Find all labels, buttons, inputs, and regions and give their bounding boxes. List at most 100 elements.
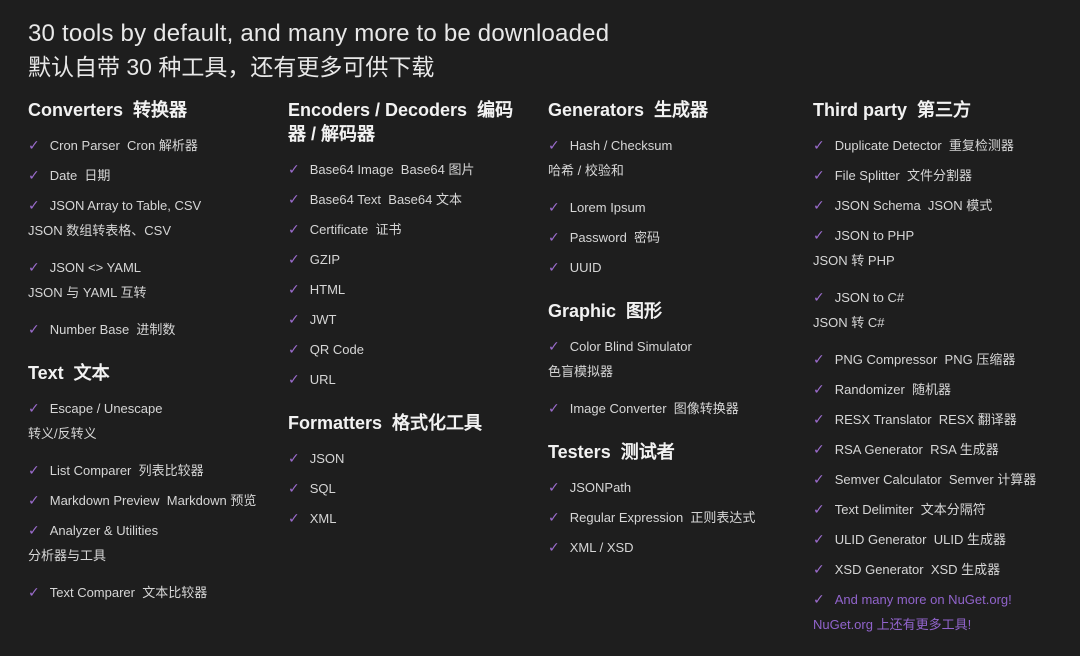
check-icon: ✓ bbox=[288, 480, 300, 496]
tool-item-label: Escape / Unescape 转义/反转义 bbox=[28, 401, 162, 441]
tool-item-label: QR Code bbox=[310, 342, 364, 357]
tool-item-label: Duplicate Detector 重复检测器 bbox=[835, 138, 1014, 153]
section-title-encoders-decoders: Encoders / Decoders 编码 器 / 解码器 bbox=[288, 98, 534, 146]
section-generators: Generators 生成器✓Hash / Checksum 哈希 / 校验和✓… bbox=[548, 98, 799, 280]
section-title-third-party: Third party 第三方 bbox=[813, 98, 1038, 122]
tool-item-xml: ✓ XML bbox=[288, 506, 534, 531]
tool-item-label: JSON bbox=[310, 451, 345, 466]
tool-item-json-to-php: ✓JSON to PHP JSON 转 PHP bbox=[813, 223, 1038, 273]
tool-item-hash-checksum: ✓Hash / Checksum 哈希 / 校验和 bbox=[548, 133, 799, 183]
section-text: Text 文本✓Escape / Unescape 转义/反转义✓List Co… bbox=[28, 361, 274, 605]
tool-item-label: JSON to C# JSON 转 C# bbox=[813, 290, 904, 330]
tool-item-text-delimiter: ✓Text Delimiter 文本分隔符 bbox=[813, 497, 1038, 522]
tool-item-label: ULID Generator ULID 生成器 bbox=[835, 532, 1006, 547]
check-icon: ✓ bbox=[288, 221, 300, 237]
check-icon: ✓ bbox=[288, 450, 300, 466]
tool-item-label: Randomizer 随机器 bbox=[835, 382, 951, 397]
tool-item-markdown-preview-markdown: ✓ Markdown Preview Markdown 预览 bbox=[28, 488, 274, 513]
tool-item-url: ✓ URL bbox=[288, 367, 534, 392]
check-icon: ✓ bbox=[288, 311, 300, 327]
check-icon: ✓ bbox=[813, 591, 825, 607]
check-icon: ✓ bbox=[548, 137, 560, 153]
tool-item-png-compressor-png: ✓PNG Compressor PNG 压缩器 bbox=[813, 347, 1038, 372]
tool-item-base64-image-base64: ✓Base64 Image Base64 图片 bbox=[288, 157, 534, 182]
section-formatters: Formatters 格式化工具✓JSON✓SQL✓XML bbox=[288, 411, 534, 531]
tool-item-duplicate-detector: ✓Duplicate Detector 重复检测器 bbox=[813, 133, 1038, 158]
check-icon: ✓ bbox=[813, 351, 825, 367]
tool-item-qr-code: ✓ QR Code bbox=[288, 337, 534, 362]
tool-item-label: JSONPath bbox=[570, 480, 631, 495]
tool-item-json: ✓ JSON bbox=[288, 446, 534, 471]
tool-column-1: Converters 转换器✓Cron Parser Cron 解析器✓Date… bbox=[28, 98, 288, 624]
check-icon: ✓ bbox=[813, 441, 825, 457]
check-icon: ✓ bbox=[548, 338, 560, 354]
check-icon: ✓ bbox=[813, 561, 825, 577]
check-icon: ✓ bbox=[813, 197, 825, 213]
tool-item-label: SQL bbox=[310, 481, 336, 496]
check-icon: ✓ bbox=[28, 492, 40, 508]
tool-item-label: URL bbox=[310, 372, 336, 387]
tool-item-and-many-more-on-nuget-org[interactable]: ✓And many more on NuGet.org! NuGet.org 上… bbox=[813, 587, 1038, 637]
check-icon: ✓ bbox=[548, 539, 560, 555]
check-icon: ✓ bbox=[288, 510, 300, 526]
tool-item-randomizer: ✓Randomizer 随机器 bbox=[813, 377, 1038, 402]
tool-item-label: JSON <> YAML JSON 与 YAML 互转 bbox=[28, 260, 146, 300]
tool-column-4: Third party 第三方✓Duplicate Detector 重复检测器… bbox=[813, 98, 1052, 656]
tool-item-label: XSD Generator XSD 生成器 bbox=[835, 562, 1000, 577]
check-icon: ✓ bbox=[28, 462, 40, 478]
tool-item-label: Base64 Text Base64 文本 bbox=[310, 192, 462, 207]
check-icon: ✓ bbox=[548, 400, 560, 416]
check-icon: ✓ bbox=[28, 259, 40, 275]
tool-item-label: Image Converter 图像转换器 bbox=[570, 401, 739, 416]
section-title-generators: Generators 生成器 bbox=[548, 98, 799, 122]
tool-item-label: Number Base 进制数 bbox=[50, 322, 176, 337]
tool-item-label: XML bbox=[310, 511, 337, 526]
tool-item-password: ✓Password 密码 bbox=[548, 225, 799, 250]
check-icon: ✓ bbox=[813, 411, 825, 427]
section-third-party: Third party 第三方✓Duplicate Detector 重复检测器… bbox=[813, 98, 1038, 637]
check-icon: ✓ bbox=[548, 199, 560, 215]
tool-item-label: GZIP bbox=[310, 252, 340, 267]
tool-item-label: JSON Schema JSON 模式 bbox=[835, 198, 992, 213]
page-subtitle: 默认自带 30 种工具，还有更多可供下载 bbox=[28, 51, 1052, 83]
page-title: 30 tools by default, and many more to be… bbox=[28, 18, 1052, 49]
tool-item-label: XML / XSD bbox=[570, 540, 634, 555]
tool-item-xml-xsd: ✓ XML / XSD bbox=[548, 535, 799, 560]
tool-item-json-yaml: ✓JSON <> YAML JSON 与 YAML 互转 bbox=[28, 255, 274, 305]
tool-item-label: And many more on NuGet.org! NuGet.org 上还… bbox=[813, 592, 1012, 632]
tool-item-gzip: ✓GZIP bbox=[288, 247, 534, 272]
check-icon: ✓ bbox=[548, 259, 560, 275]
tool-item-label: UUID bbox=[570, 260, 602, 275]
tool-item-analyzer-utilities: ✓Analyzer & Utilities 分析器与工具 bbox=[28, 518, 274, 568]
tool-item-json-array-to-table-csv: ✓JSON Array to Table, CSV JSON 数组转表格、CSV bbox=[28, 193, 274, 243]
check-icon: ✓ bbox=[288, 281, 300, 297]
section-graphic: Graphic 图形✓Color Blind Simulator 色盲模拟器✓I… bbox=[548, 299, 799, 421]
tool-item-label: RSA Generator RSA 生成器 bbox=[835, 442, 999, 457]
tool-item-resx-translator-resx: ✓RESX Translator RESX 翻译器 bbox=[813, 407, 1038, 432]
tool-item-label: List Comparer 列表比较器 bbox=[50, 463, 204, 478]
tool-item-label: Date 日期 bbox=[50, 168, 111, 183]
check-icon: ✓ bbox=[548, 479, 560, 495]
tool-item-label: Text Delimiter 文本分隔符 bbox=[835, 502, 986, 517]
check-icon: ✓ bbox=[813, 167, 825, 183]
tools-overview-page: 30 tools by default, and many more to be… bbox=[0, 0, 1080, 637]
tool-item-label: Regular Expression 正则表达式 bbox=[570, 510, 756, 525]
tool-item-label: Semver Calculator Semver 计算器 bbox=[835, 472, 1037, 487]
tool-item-label: Hash / Checksum 哈希 / 校验和 bbox=[548, 138, 672, 178]
tool-item-semver-calculator-semver: ✓Semver Calculator Semver 计算器 bbox=[813, 467, 1038, 492]
tool-item-label: Certificate 证书 bbox=[310, 222, 402, 237]
tool-item-label: Analyzer & Utilities 分析器与工具 bbox=[28, 523, 158, 563]
check-icon: ✓ bbox=[813, 531, 825, 547]
check-icon: ✓ bbox=[288, 371, 300, 387]
tool-item-label: Lorem Ipsum bbox=[570, 200, 646, 215]
tool-item-label: Text Comparer 文本比较器 bbox=[50, 585, 207, 600]
check-icon: ✓ bbox=[813, 289, 825, 305]
tool-item-label: JSON to PHP JSON 转 PHP bbox=[813, 228, 914, 268]
tool-item-regular-expression: ✓Regular Expression 正则表达式 bbox=[548, 505, 799, 530]
check-icon: ✓ bbox=[288, 191, 300, 207]
tool-item-label: Markdown Preview Markdown 预览 bbox=[50, 493, 257, 508]
page-header: 30 tools by default, and many more to be… bbox=[28, 18, 1052, 83]
tool-item-rsa-generator-rsa: ✓ RSA Generator RSA 生成器 bbox=[813, 437, 1038, 462]
tool-item-sql: ✓ SQL bbox=[288, 476, 534, 501]
check-icon: ✓ bbox=[288, 341, 300, 357]
